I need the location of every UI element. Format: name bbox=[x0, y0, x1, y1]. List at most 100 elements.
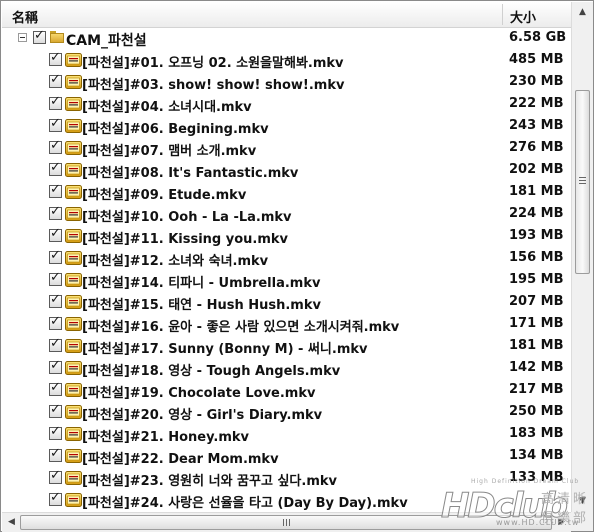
file-size: 181 MB bbox=[509, 338, 564, 353]
file-checkbox[interactable] bbox=[49, 182, 62, 198]
file-size: 207 MB bbox=[509, 294, 564, 309]
file-checkbox[interactable] bbox=[49, 424, 62, 440]
file-size: 250 MB bbox=[509, 404, 564, 419]
horizontal-scrollbar[interactable]: ◀ ▶ bbox=[2, 512, 571, 532]
file-size: 133 MB bbox=[509, 470, 564, 485]
file-row[interactable]: [파천설]#17. Sunny (Bonny M) - 써니.mkv 181 MB bbox=[2, 336, 571, 358]
file-checkbox[interactable] bbox=[49, 292, 62, 308]
mkv-video-file-icon bbox=[65, 118, 82, 134]
file-checkbox[interactable] bbox=[49, 358, 62, 374]
mkv-video-file-icon bbox=[65, 140, 82, 156]
file-checkbox[interactable] bbox=[49, 94, 62, 110]
vertical-scrollbar[interactable]: ▲ ▼ bbox=[571, 2, 593, 512]
file-checkbox[interactable] bbox=[49, 380, 62, 396]
column-name-header[interactable]: 名稱 bbox=[12, 7, 38, 26]
file-row[interactable]: [파천설]#14. 티파니 - Umbrella.mkv 195 MB bbox=[2, 270, 571, 292]
file-name: [파천설]#18. 영상 - Tough Angels.mkv bbox=[82, 364, 341, 379]
file-checkbox[interactable] bbox=[49, 336, 62, 352]
file-checkbox[interactable] bbox=[49, 50, 62, 66]
scroll-left-arrow-icon[interactable]: ◀ bbox=[3, 514, 20, 531]
folder-row[interactable]: CAM_파천설 6.58 GB bbox=[2, 28, 571, 50]
mkv-video-file-icon bbox=[65, 96, 82, 112]
file-name: [파천설]#01. 오프닝 02. 소원을말해봐.mkv bbox=[82, 56, 344, 71]
scroll-up-arrow-icon[interactable]: ▲ bbox=[574, 4, 591, 21]
file-row[interactable]: [파천설]#11. Kissing you.mkv 193 MB bbox=[2, 226, 571, 248]
file-row[interactable]: [파천설]#21. Honey.mkv 183 MB bbox=[2, 424, 571, 446]
folder-size: 6.58 GB bbox=[509, 30, 567, 45]
file-row[interactable]: [파천설]#15. 태연 - Hush Hush.mkv 207 MB bbox=[2, 292, 571, 314]
file-checkbox[interactable] bbox=[49, 204, 62, 220]
collapse-toggle[interactable] bbox=[18, 33, 27, 42]
mkv-video-file-icon bbox=[65, 184, 82, 200]
column-divider[interactable] bbox=[502, 4, 503, 25]
file-size: 202 MB bbox=[509, 162, 564, 177]
file-checkbox[interactable] bbox=[49, 446, 62, 462]
file-row[interactable]: [파천설]#12. 소녀와 숙녀.mkv 156 MB bbox=[2, 248, 571, 270]
file-size: 156 MB bbox=[509, 250, 564, 265]
folder-checkbox[interactable] bbox=[33, 28, 46, 44]
file-checkbox[interactable] bbox=[49, 490, 62, 506]
file-checkbox[interactable] bbox=[49, 248, 62, 264]
file-checkbox[interactable] bbox=[49, 72, 62, 88]
file-row[interactable]: [파천설]#07. 맴버 소개.mkv 276 MB bbox=[2, 138, 571, 160]
file-row[interactable]: [파천설]#03. show! show! show!.mkv 230 MB bbox=[2, 72, 571, 94]
file-checkbox[interactable] bbox=[49, 270, 62, 286]
file-row[interactable]: [파천설]#22. Dear Mom.mkv 134 MB bbox=[2, 446, 571, 468]
file-name: [파천설]#08. It's Fantastic.mkv bbox=[82, 166, 299, 181]
file-name: [파천설]#09. Etude.mkv bbox=[82, 188, 247, 203]
file-name: [파천설]#07. 맴버 소개.mkv bbox=[82, 144, 257, 159]
mkv-video-file-icon bbox=[65, 272, 82, 288]
file-name: [파천설]#03. show! show! show!.mkv bbox=[82, 78, 345, 93]
file-row[interactable]: [파천설]#16. 윤아 - 좋은 사람 있으면 소개시켜줘.mkv 171 MB bbox=[2, 314, 571, 336]
file-size: 171 MB bbox=[509, 316, 564, 331]
file-row[interactable]: [파천설]#08. It's Fantastic.mkv 202 MB bbox=[2, 160, 571, 182]
vertical-scroll-thumb[interactable] bbox=[575, 90, 590, 274]
file-size: 243 MB bbox=[509, 118, 564, 133]
scroll-right-arrow-icon[interactable]: ▶ bbox=[553, 514, 570, 531]
file-row[interactable]: [파천설]#23. 영원히 너와 꿈꾸고 싶다.mkv 133 MB bbox=[2, 468, 571, 490]
mkv-video-file-icon bbox=[65, 448, 82, 464]
file-name: [파천설]#23. 영원히 너와 꿈꾸고 싶다.mkv bbox=[82, 474, 337, 489]
file-size: 485 MB bbox=[509, 52, 564, 67]
mkv-video-file-icon bbox=[65, 404, 82, 420]
mkv-video-file-icon bbox=[65, 426, 82, 442]
file-checkbox[interactable] bbox=[49, 138, 62, 154]
file-row[interactable]: [파천설]#19. Chocolate Love.mkv 217 MB bbox=[2, 380, 571, 402]
file-row[interactable]: [파천설]#10. Ooh - La -La.mkv 224 MB bbox=[2, 204, 571, 226]
horizontal-scroll-thumb[interactable] bbox=[20, 515, 552, 530]
file-row[interactable]: [파천설]#18. 영상 - Tough Angels.mkv 142 MB bbox=[2, 358, 571, 380]
file-size: 224 MB bbox=[509, 206, 564, 221]
scrollbar-corner bbox=[571, 512, 593, 531]
mkv-video-file-icon bbox=[65, 74, 82, 90]
file-size: 276 MB bbox=[509, 140, 564, 155]
file-name: [파천설]#16. 윤아 - 좋은 사람 있으면 소개시켜줘.mkv bbox=[82, 320, 400, 335]
file-row[interactable]: [파천설]#20. 영상 - Girl's Diary.mkv 250 MB bbox=[2, 402, 571, 424]
file-size: 230 MB bbox=[509, 74, 564, 89]
file-row[interactable]: [파천설]#01. 오프닝 02. 소원을말해봐.mkv 485 MB bbox=[2, 50, 571, 72]
file-size: 181 MB bbox=[509, 184, 564, 199]
file-row[interactable]: [파천설]#09. Etude.mkv 181 MB bbox=[2, 182, 571, 204]
mkv-video-file-icon bbox=[65, 338, 82, 354]
file-row[interactable]: [파천설]#04. 소녀시대.mkv 222 MB bbox=[2, 94, 571, 116]
file-name: [파천설]#11. Kissing you.mkv bbox=[82, 232, 289, 247]
file-checkbox[interactable] bbox=[49, 116, 62, 132]
file-name: [파천설]#22. Dear Mom.mkv bbox=[82, 452, 279, 467]
mkv-video-file-icon bbox=[65, 360, 82, 376]
file-row[interactable]: [파천설]#06. Begining.mkv 243 MB bbox=[2, 116, 571, 138]
column-header: 名稱 大小 bbox=[2, 2, 571, 28]
file-name: [파천설]#20. 영상 - Girl's Diary.mkv bbox=[82, 408, 323, 423]
file-checkbox[interactable] bbox=[49, 468, 62, 484]
file-row[interactable]: [파천설]#24. 사랑은 선율을 타고 (Day By Day).mkv bbox=[2, 490, 571, 512]
file-name: [파천설]#17. Sunny (Bonny M) - 써니.mkv bbox=[82, 342, 368, 357]
scroll-down-arrow-icon[interactable]: ▼ bbox=[574, 493, 591, 510]
column-size-header[interactable]: 大小 bbox=[510, 7, 536, 26]
file-checkbox[interactable] bbox=[49, 314, 62, 330]
folder-name: CAM_파천설 bbox=[66, 33, 147, 49]
file-name: [파천설]#10. Ooh - La -La.mkv bbox=[82, 210, 292, 225]
file-checkbox[interactable] bbox=[49, 160, 62, 176]
file-checkbox[interactable] bbox=[49, 226, 62, 242]
file-checkbox[interactable] bbox=[49, 402, 62, 418]
file-size: 217 MB bbox=[509, 382, 564, 397]
mkv-video-file-icon bbox=[65, 492, 82, 508]
file-name: [파천설]#21. Honey.mkv bbox=[82, 430, 249, 445]
